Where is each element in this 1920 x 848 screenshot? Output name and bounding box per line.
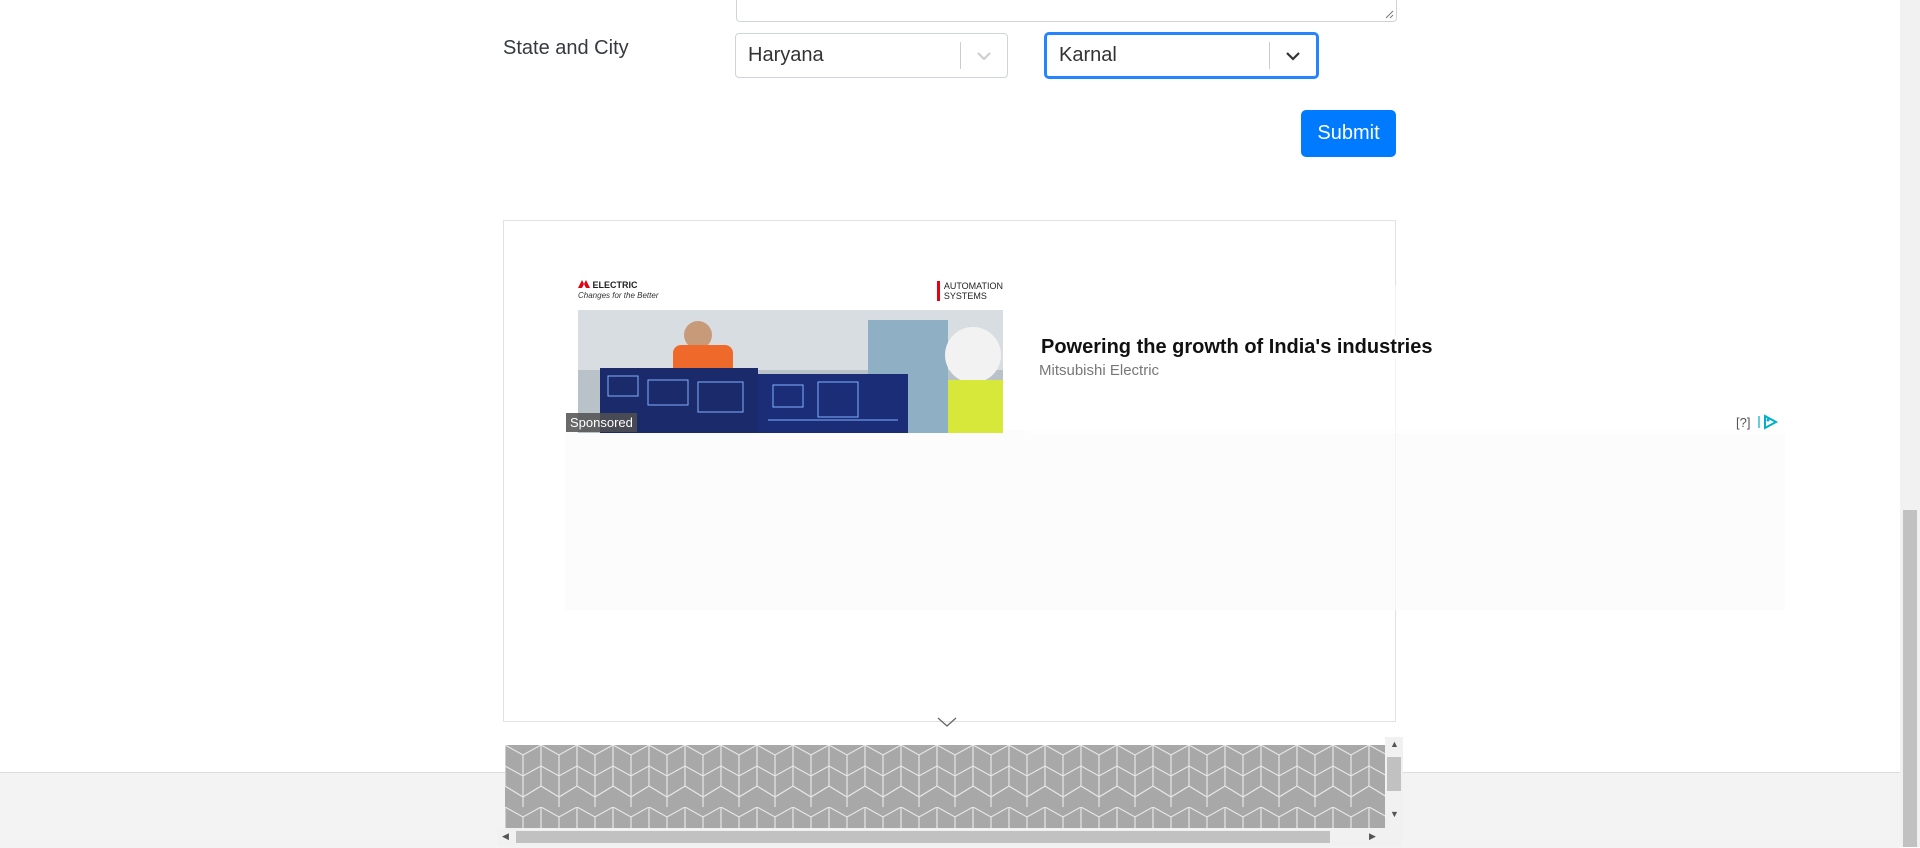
resize-grip-icon[interactable] — [1384, 9, 1394, 19]
chevron-down-icon[interactable] — [961, 51, 1007, 61]
brand-tagline: Changes for the Better — [578, 291, 659, 300]
scroll-left-arrow-icon[interactable]: ◀ — [502, 831, 509, 842]
city-select-value: Karnal — [1059, 44, 1117, 66]
ad-advertiser[interactable]: Mitsubishi Electric — [1039, 362, 1159, 379]
ad-faded-background — [565, 430, 1785, 610]
scroll-up-arrow-icon[interactable]: ▲ — [1390, 739, 1399, 749]
brand-logo: ELECTRIC Changes for the Better — [578, 280, 659, 300]
scroll-down-arrow-icon[interactable]: ▼ — [1390, 809, 1399, 819]
ad-brand-strip: ELECTRIC Changes for the Better AUTOMATI… — [578, 280, 1003, 310]
ad-help-link[interactable]: [?] — [1736, 415, 1750, 430]
ad-photo — [578, 310, 1003, 433]
ad-headline[interactable]: Powering the growth of India's industrie… — [1039, 336, 1435, 359]
brand-right-line2: SYSTEMS — [943, 291, 987, 301]
bottom-banner-ad[interactable] — [505, 745, 1385, 828]
state-select[interactable]: Haryana — [735, 33, 1008, 78]
hex-pattern — [505, 745, 1385, 828]
ad-text-panel — [1030, 285, 1800, 433]
city-select[interactable]: Karnal — [1045, 33, 1318, 78]
adchoices-icon[interactable] — [1757, 414, 1779, 430]
scrollbar-thumb[interactable] — [516, 831, 1330, 843]
scrollbar-thumb[interactable] — [1387, 757, 1401, 791]
expand-chevron-icon[interactable] — [936, 716, 958, 728]
brand-right-line1: AUTOMATION — [943, 281, 1003, 291]
message-textarea[interactable] — [736, 0, 1397, 22]
banner-vertical-scrollbar[interactable]: ▲ ▼ — [1385, 737, 1403, 828]
submit-button[interactable]: Submit — [1301, 110, 1396, 157]
page-vertical-scrollbar[interactable] — [1900, 0, 1920, 847]
scroll-right-arrow-icon[interactable]: ▶ — [1369, 831, 1376, 842]
page-scrollbar-thumb[interactable] — [1903, 510, 1917, 847]
brand-right-text: AUTOMATION SYSTEMS — [936, 281, 1003, 301]
chevron-down-icon[interactable] — [1270, 51, 1316, 61]
banner-horizontal-scrollbar[interactable]: ◀ ▶ — [497, 828, 1403, 846]
state-select-value: Haryana — [748, 44, 824, 66]
sponsored-label: Sponsored — [566, 413, 637, 432]
brand-left-text: ELECTRIC — [592, 280, 638, 290]
state-city-label: State and City — [503, 37, 629, 59]
ad-image[interactable]: ELECTRIC Changes for the Better AUTOMATI… — [578, 280, 1003, 433]
